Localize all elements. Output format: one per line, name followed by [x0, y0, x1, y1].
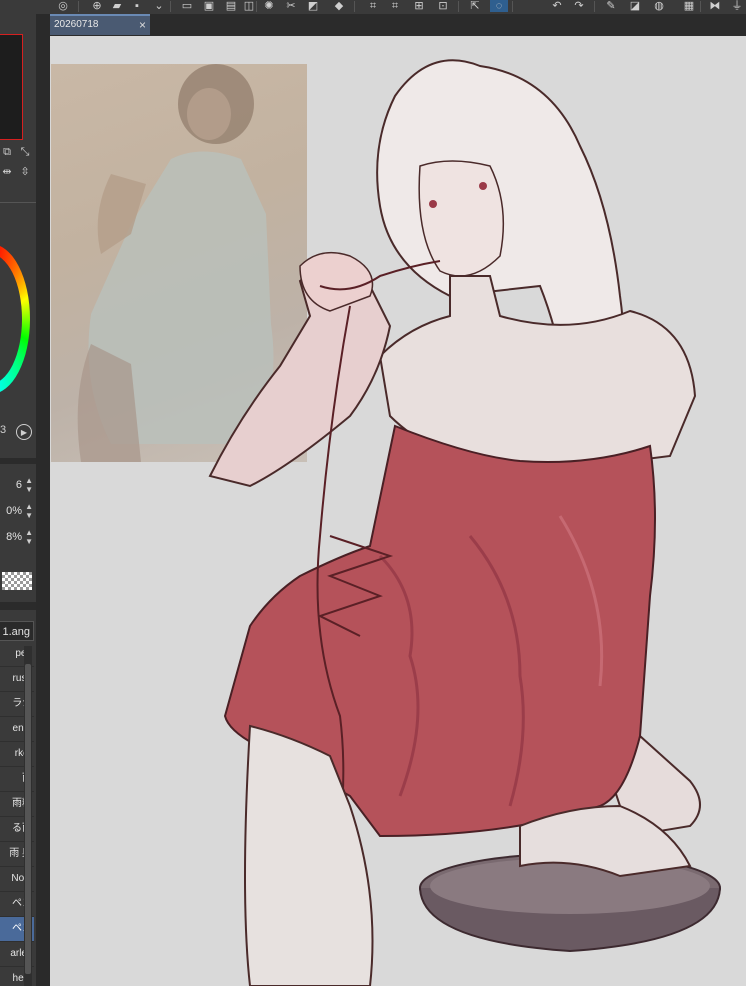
- stepper-icon[interactable]: ▲ ▼: [25, 502, 33, 520]
- drawing-canvas[interactable]: [50, 36, 746, 986]
- main-toolbar: ◎ ⊕ ▰ ▪ ⌄ ▭ ▣ ▤ ◫ ✺ ✂ ◩ ◆ ⌗ ⌗ ⊞ ⊡ ⇱ ◌ ↶ …: [0, 0, 746, 15]
- toolbar-separator: [170, 1, 171, 12]
- flip-horizontal-icon[interactable]: ⧓: [706, 0, 724, 12]
- new-file-icon[interactable]: ⊕: [88, 0, 106, 12]
- cut-icon[interactable]: ✂: [282, 0, 300, 12]
- brush-size-slider[interactable]: 6 ▲ ▼: [0, 476, 36, 496]
- brush-list-scroll-thumb[interactable]: [25, 664, 31, 974]
- document-tab-title: 20260718: [54, 19, 99, 30]
- eraser-icon[interactable]: ◪: [626, 0, 644, 12]
- stepper-icon[interactable]: ▲ ▼: [25, 476, 33, 494]
- document-tab[interactable]: 20260718 ×: [50, 14, 150, 35]
- close-icon[interactable]: ×: [139, 18, 146, 32]
- page-number: 3: [0, 424, 7, 436]
- illustration: [208, 59, 721, 986]
- navigator-preview[interactable]: [0, 34, 23, 140]
- fill-icon[interactable]: ◆: [330, 0, 348, 12]
- save-icon[interactable]: ▪: [128, 0, 146, 12]
- brush-set-name-field[interactable]: 1.ang: [0, 621, 34, 641]
- document-tab-bar: [50, 14, 746, 36]
- density-slider[interactable]: 8% ▲ ▼: [0, 528, 36, 548]
- panel-divider: [0, 602, 36, 610]
- select-lasso-icon[interactable]: ⌗: [386, 0, 404, 12]
- fit-view-icon[interactable]: ⧉: [0, 146, 14, 158]
- select-rect-icon[interactable]: ⌗: [364, 0, 382, 12]
- open-folder-icon[interactable]: ▰: [108, 0, 126, 12]
- select-grid-icon[interactable]: ⊞: [410, 0, 428, 12]
- toolbar-separator: [256, 1, 257, 12]
- pen-settings-icon[interactable]: ✎: [602, 0, 620, 12]
- toolbar-separator: [458, 1, 459, 12]
- panel-splitter[interactable]: [36, 14, 50, 986]
- figure: [208, 59, 701, 986]
- toolbar-separator: [512, 1, 513, 12]
- panel-divider: [0, 458, 36, 464]
- loading-icon[interactable]: ✺: [260, 0, 278, 12]
- layer-icon[interactable]: ◎: [54, 0, 72, 12]
- flip-vertical-view-icon[interactable]: ⇳: [18, 166, 32, 178]
- image-icon[interactable]: ▤: [222, 0, 240, 12]
- brush-size-value: 6: [15, 479, 22, 491]
- opacity-value: 0%: [6, 505, 22, 517]
- ruler-curve-icon[interactable]: ◌: [490, 0, 508, 12]
- select-all-icon[interactable]: ⊡: [434, 0, 452, 12]
- transparency-swatch[interactable]: [2, 572, 32, 590]
- zoom-fit-icon[interactable]: ⤡: [18, 146, 32, 158]
- toolbar-separator: [78, 1, 79, 12]
- menu-arrow-icon[interactable]: ⌄: [150, 0, 168, 12]
- undo-history-icon[interactable]: ▭: [178, 0, 196, 12]
- play-icon[interactable]: ▶: [16, 424, 32, 440]
- pointer-icon[interactable]: ⇱: [466, 0, 484, 12]
- grid-icon[interactable]: ▦: [680, 0, 698, 12]
- redo-alt-icon[interactable]: ↷: [570, 0, 588, 12]
- flip-vertical-icon[interactable]: ⏚: [728, 0, 746, 12]
- transparency-icon[interactable]: ◍: [650, 0, 668, 12]
- left-panel: ⧉ ⤡ ⇹ ⇳ 3 ▶ 6 ▲▼ 0% ▲▼ 8% ▲▼ 1.ang penru…: [0, 14, 36, 986]
- density-value: 8%: [6, 531, 22, 543]
- opacity-slider[interactable]: 0% ▲ ▼: [0, 502, 36, 522]
- toolbar-separator: [354, 1, 355, 12]
- flip-horizontal-view-icon[interactable]: ⇹: [0, 166, 14, 178]
- toolbar-separator: [700, 1, 701, 12]
- panel-divider: [0, 202, 36, 203]
- redo-icon[interactable]: ▣: [200, 0, 218, 12]
- stepper-icon[interactable]: ▲ ▼: [25, 528, 33, 546]
- undo-icon[interactable]: ↶: [548, 0, 566, 12]
- tag-icon[interactable]: ◩: [304, 0, 322, 12]
- toolbar-separator: [594, 1, 595, 12]
